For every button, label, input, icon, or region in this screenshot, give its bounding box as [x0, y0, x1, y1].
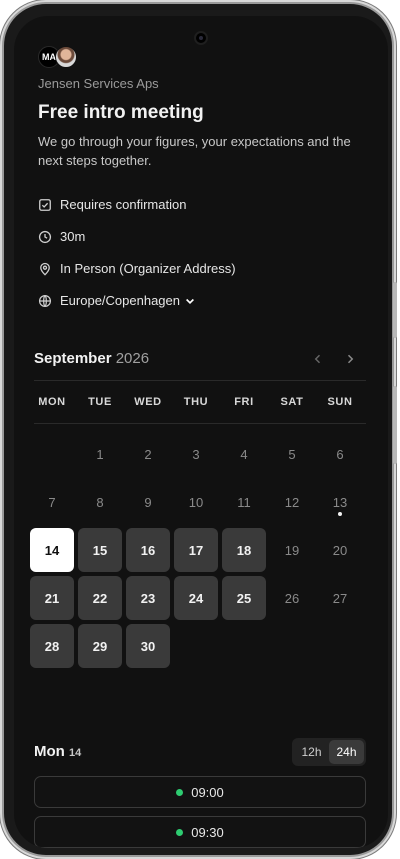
calendar-day-available[interactable]: 25: [222, 576, 266, 620]
chevron-down-icon: [186, 298, 194, 304]
month-label: September: [34, 350, 112, 367]
selected-date: Mon 14: [34, 743, 81, 760]
weekday-label: TUE: [88, 396, 112, 408]
calendar-day-unavailable: 2: [144, 446, 152, 462]
checkbox-icon: [39, 198, 51, 211]
calendar-divider-top: [34, 380, 366, 381]
time-slot-button[interactable]: 09:30: [34, 816, 366, 848]
calendar-day-unavailable: 8: [96, 494, 104, 510]
chevron-right-icon: [347, 354, 354, 364]
phone-frame: MA Jensen Services Aps Free intro meetin…: [2, 2, 397, 857]
available-dot-icon: [176, 788, 184, 796]
calendar-day-available[interactable]: 18: [222, 528, 266, 572]
weekday-label: WED: [134, 396, 162, 408]
format-24h-button[interactable]: 24h: [329, 740, 364, 764]
calendar-day-unavailable: 4: [240, 446, 248, 462]
weekday-label: SUN: [327, 396, 353, 408]
company-name: Jensen Services Aps: [38, 76, 159, 91]
duration-label: 30m: [60, 229, 86, 244]
duration-row: 30m: [38, 229, 85, 244]
format-12h-button[interactable]: 12h: [294, 740, 329, 764]
calendar-day-unavailable: 9: [144, 494, 152, 510]
calendar-day-unavailable: 19: [284, 542, 300, 558]
chevron-left-icon: [314, 354, 321, 364]
calendar-day-unavailable: 26: [284, 590, 300, 606]
calendar-day-unavailable: 11: [237, 494, 251, 510]
calendar-day-available[interactable]: 17: [174, 528, 218, 572]
time-slot-button[interactable]: 09:00: [34, 776, 366, 808]
available-dot-icon: [176, 828, 184, 836]
calendar-day-available[interactable]: 23: [126, 576, 170, 620]
today-dot-icon: [338, 512, 342, 516]
calendar-day-unavailable: 7: [48, 494, 56, 510]
calendar-day-unavailable: 20: [332, 542, 348, 558]
event-description: We go through your figures, your expecta…: [38, 134, 351, 168]
location-row: In Person (Organizer Address): [38, 261, 236, 276]
calendar-day-unavailable: 1: [96, 446, 104, 462]
prev-month-button[interactable]: [312, 352, 324, 368]
calendar-day-unavailable: 13: [318, 480, 362, 524]
calendar-day-available[interactable]: 15: [78, 528, 122, 572]
calendar-day-available[interactable]: 30: [126, 624, 170, 668]
calendar-day-available[interactable]: 16: [126, 528, 170, 572]
year-label: 2026: [115, 350, 150, 367]
weekday-label: MON: [38, 396, 66, 408]
location-label: In Person (Organizer Address): [60, 261, 236, 276]
calendar-day-unavailable: 3: [192, 446, 200, 462]
confirmation-row: Requires confirmation: [38, 197, 186, 212]
front-camera: [194, 31, 208, 45]
timezone-select[interactable]: Europe/Copenhagen: [38, 293, 204, 308]
volume-button: [393, 282, 397, 338]
time-slot-label: 09:00: [191, 784, 224, 800]
time-format-toggle: 12h 24h: [292, 738, 366, 766]
timezone-label: Europe/Copenhagen: [60, 293, 180, 308]
calendar-day-unavailable: 5: [288, 446, 296, 462]
calendar-day-unavailable: 27: [332, 590, 348, 606]
selected-weekday: Mon: [34, 743, 65, 760]
calendar-day-available[interactable]: 29: [78, 624, 122, 668]
globe-icon: [38, 294, 52, 307]
avatar-photo: [55, 46, 77, 68]
calendar-day-selected[interactable]: 14: [30, 528, 74, 572]
calendar-day-unavailable: 12: [284, 494, 300, 510]
power-button: [393, 386, 397, 464]
calendar-day-available[interactable]: 21: [30, 576, 74, 620]
clock-icon: [38, 230, 52, 243]
calendar-day-available[interactable]: 28: [30, 624, 74, 668]
calendar-day-unavailable: 6: [336, 446, 344, 462]
calendar-day-available[interactable]: 24: [174, 576, 218, 620]
weekday-label: SAT: [280, 396, 304, 408]
time-slot-label: 09:30: [191, 824, 224, 840]
selected-day-number: 14: [69, 747, 82, 759]
event-title: Free intro meeting: [38, 102, 204, 123]
calendar-divider-bottom: [34, 423, 366, 424]
calendar-day-available[interactable]: 22: [78, 576, 122, 620]
weekday-label: THU: [183, 396, 209, 408]
weekday-label: FRI: [234, 396, 254, 408]
month-title: September 2026: [34, 350, 149, 367]
confirmation-label: Requires confirmation: [60, 197, 187, 212]
booking-screen: MA Jensen Services Aps Free intro meetin…: [14, 16, 388, 848]
calendar-day-unavailable: 10: [188, 494, 204, 510]
next-month-button[interactable]: [344, 352, 356, 368]
map-pin-icon: [40, 262, 50, 276]
